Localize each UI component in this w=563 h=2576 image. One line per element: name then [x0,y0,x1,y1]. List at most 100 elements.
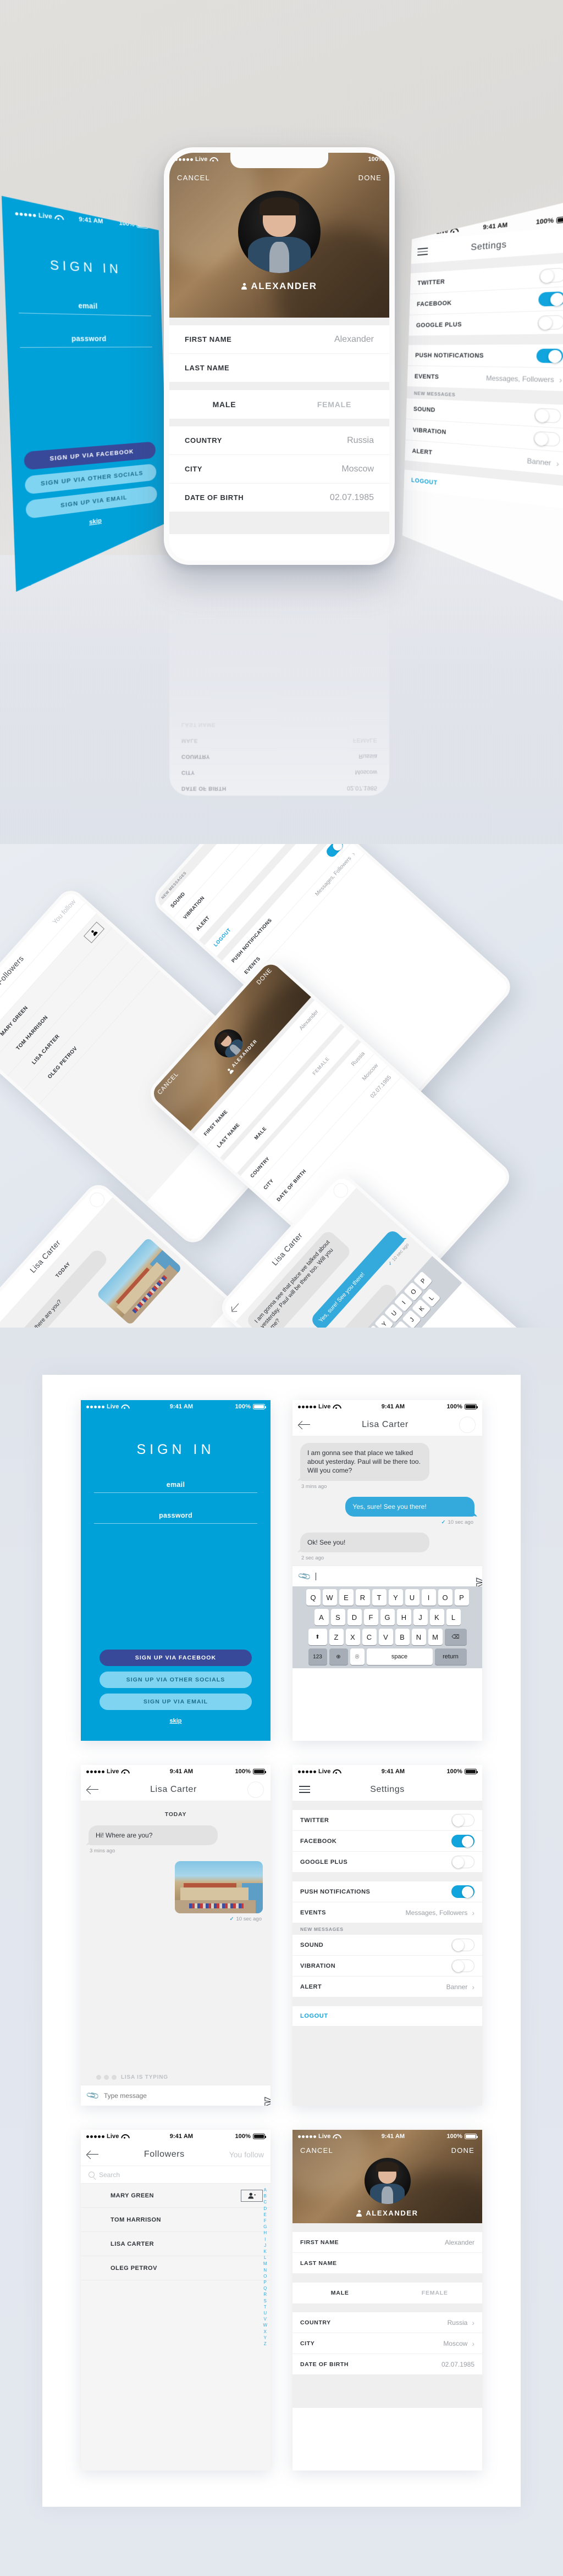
chat-photo-message[interactable] [175,1861,263,1914]
profile-row-country[interactable]: COUNTRY Russia › [292,2312,482,2333]
setting-row-google-plus[interactable]: GOOGLE PLUS [292,1852,482,1873]
password-field[interactable]: password [20,334,152,348]
done-button[interactable]: DONE [451,2146,474,2155]
setting-row-push[interactable]: PUSH NOTIFICATIONS [408,345,563,368]
alpha-letter[interactable]: K [264,2249,267,2255]
cancel-button[interactable]: CANCEL [300,2146,333,2155]
alpha-letter[interactable]: S [264,2298,267,2304]
gender-selector[interactable]: MALE FEMALE [292,2283,482,2303]
key-H[interactable]: H [396,1609,411,1625]
alpha-letter[interactable]: N [263,2267,267,2273]
key-R[interactable]: R [355,1589,370,1606]
cancel-button[interactable]: CANCEL [177,174,210,182]
tab-you-follow[interactable]: You follow [229,2150,264,2159]
add-user-button[interactable] [241,2189,263,2202]
table-row[interactable]: OLEG PETROV [81,2256,271,2280]
toggle-twitter[interactable] [451,1814,474,1826]
toggle-sound[interactable] [451,1939,474,1951]
back-button[interactable] [87,1785,100,1794]
back-button[interactable] [299,1420,311,1429]
key-A[interactable]: A [314,1609,329,1625]
screen-profile-edit[interactable]: Live 9:41 AM 100% CANCEL DONE ALEXANDER … [292,2130,482,2470]
key-M[interactable]: M [428,1629,443,1645]
key-Q[interactable]: Q [306,1589,321,1606]
toggle-push-notifications[interactable] [451,1885,474,1898]
shift-key[interactable]: ⬆ [308,1629,327,1645]
key-K[interactable]: K [429,1609,444,1625]
key-Y[interactable]: Y [388,1589,403,1606]
screen-chat-photo[interactable]: Live 9:41 AM 100% Lisa Carter TODAY Hi! … [81,1765,271,2106]
gender-female[interactable]: FEMALE [279,400,389,409]
toggle-vibration[interactable] [451,1959,474,1972]
key-V[interactable]: V [378,1629,393,1645]
avatar[interactable] [364,2158,411,2204]
alpha-letter[interactable]: R [263,2291,267,2297]
contact-avatar[interactable] [459,1416,476,1433]
message-input[interactable] [103,2091,258,2100]
alpha-letter[interactable]: G [263,2224,267,2230]
key-F[interactable]: F [363,1609,378,1625]
profile-row-dob[interactable]: DATE OF BIRTH 02.07.1985 [169,484,389,512]
alpha-letter[interactable]: H [263,2230,267,2236]
key-Z[interactable]: Z [329,1629,344,1645]
profile-row-city[interactable]: CITY Moscow › [292,2333,482,2354]
alpha-letter[interactable]: A [264,2187,267,2193]
attachment-icon[interactable]: 📎 [85,2088,101,2103]
hero-settings-screen[interactable]: Live 9:41 AM 100% Settings TWITTER FACEB… [401,199,563,601]
key-D[interactable]: D [347,1609,362,1625]
setting-row-twitter[interactable]: TWITTER [292,1810,482,1831]
alpha-letter[interactable]: V [264,2316,267,2322]
alpha-letter[interactable]: I [264,2236,266,2242]
toggle-twitter[interactable] [539,268,563,284]
alpha-letter[interactable]: E [264,2212,267,2218]
contact-avatar[interactable] [247,1781,264,1798]
search-input[interactable]: Search [81,2166,271,2184]
toggle-sound[interactable] [534,408,561,423]
screen-chat-keyboard[interactable]: Live 9:41 AM 100% Lisa Carter I am gonna… [292,1400,482,1741]
signup-facebook-button[interactable]: SIGN UP VIA FACEBOOK [100,1650,252,1666]
setting-row-push-notifications[interactable]: PUSH NOTIFICATIONS [292,1881,482,1902]
message-composer[interactable]: 📎 [81,2085,271,2106]
profile-row-last-name[interactable]: LAST NAME [292,2253,482,2274]
alpha-letter[interactable]: D [263,2206,267,2212]
toggle-push-notifications[interactable] [536,349,563,363]
alpha-letter[interactable]: U [263,2310,267,2316]
key-U[interactable]: U [405,1589,420,1606]
alpha-letter[interactable]: B [264,2193,267,2199]
onscreen-keyboard[interactable]: QWERTYUIOP ASDFGHJKL ⬆ ZXCVBNM ⌫ 123 ⊕ ⌾… [292,1586,482,1668]
done-button[interactable]: DONE [358,174,382,182]
key-L[interactable]: L [446,1609,461,1625]
attachment-icon[interactable]: 📎 [297,1569,312,1584]
chat-photo-message[interactable] [96,1237,183,1326]
alphabet-index[interactable]: A B C D E F G H I J K L M N O P Q R S T … [263,2187,267,2347]
setting-row-events[interactable]: EVENTS Messages, Followers › [292,1902,482,1923]
toggle-facebook[interactable] [451,1835,474,1847]
alpha-letter[interactable]: J [264,2242,266,2249]
signup-email-button[interactable]: SIGN UP VIA EMAIL [100,1694,252,1710]
table-row[interactable]: TOM HARRISON [81,2208,271,2232]
screen-settings[interactable]: Live 9:41 AM 100% Settings TWITTER FACEB… [292,1765,482,2106]
globe-icon[interactable]: ⊕ [329,1648,348,1665]
alpha-letter[interactable]: W [263,2322,267,2328]
message-input[interactable] [315,1572,470,1580]
setting-row-facebook[interactable]: FACEBOOK [292,1831,482,1852]
hero-profile-screen[interactable]: Live 100% CANCEL DONE ALEXANDER FIRST NA… [169,153,389,560]
toggle-google-plus[interactable] [451,1856,474,1868]
back-button[interactable] [87,2150,100,2159]
table-row[interactable]: LISA CARTER [81,2232,271,2256]
screen-sign-in[interactable]: Live 9:41 AM 100% SIGN IN email password [81,1400,271,1741]
alpha-letter[interactable]: O [263,2273,267,2279]
alpha-letter[interactable]: T [264,2304,267,2310]
alpha-letter[interactable]: C [263,2199,267,2205]
avatar[interactable] [238,191,321,273]
key-I[interactable]: I [421,1589,436,1606]
key-P[interactable]: P [454,1589,469,1606]
gender-selector[interactable]: MALE FEMALE [169,390,389,419]
gender-male[interactable]: MALE [292,2290,388,2296]
table-row[interactable]: MARY GREEN [81,2184,271,2208]
alpha-letter[interactable]: Z [264,2341,267,2347]
email-field[interactable]: email [18,300,151,317]
alpha-letter[interactable]: P [264,2279,267,2285]
alpha-letter[interactable]: L [264,2255,266,2261]
skip-link[interactable]: skip [100,1718,252,1724]
